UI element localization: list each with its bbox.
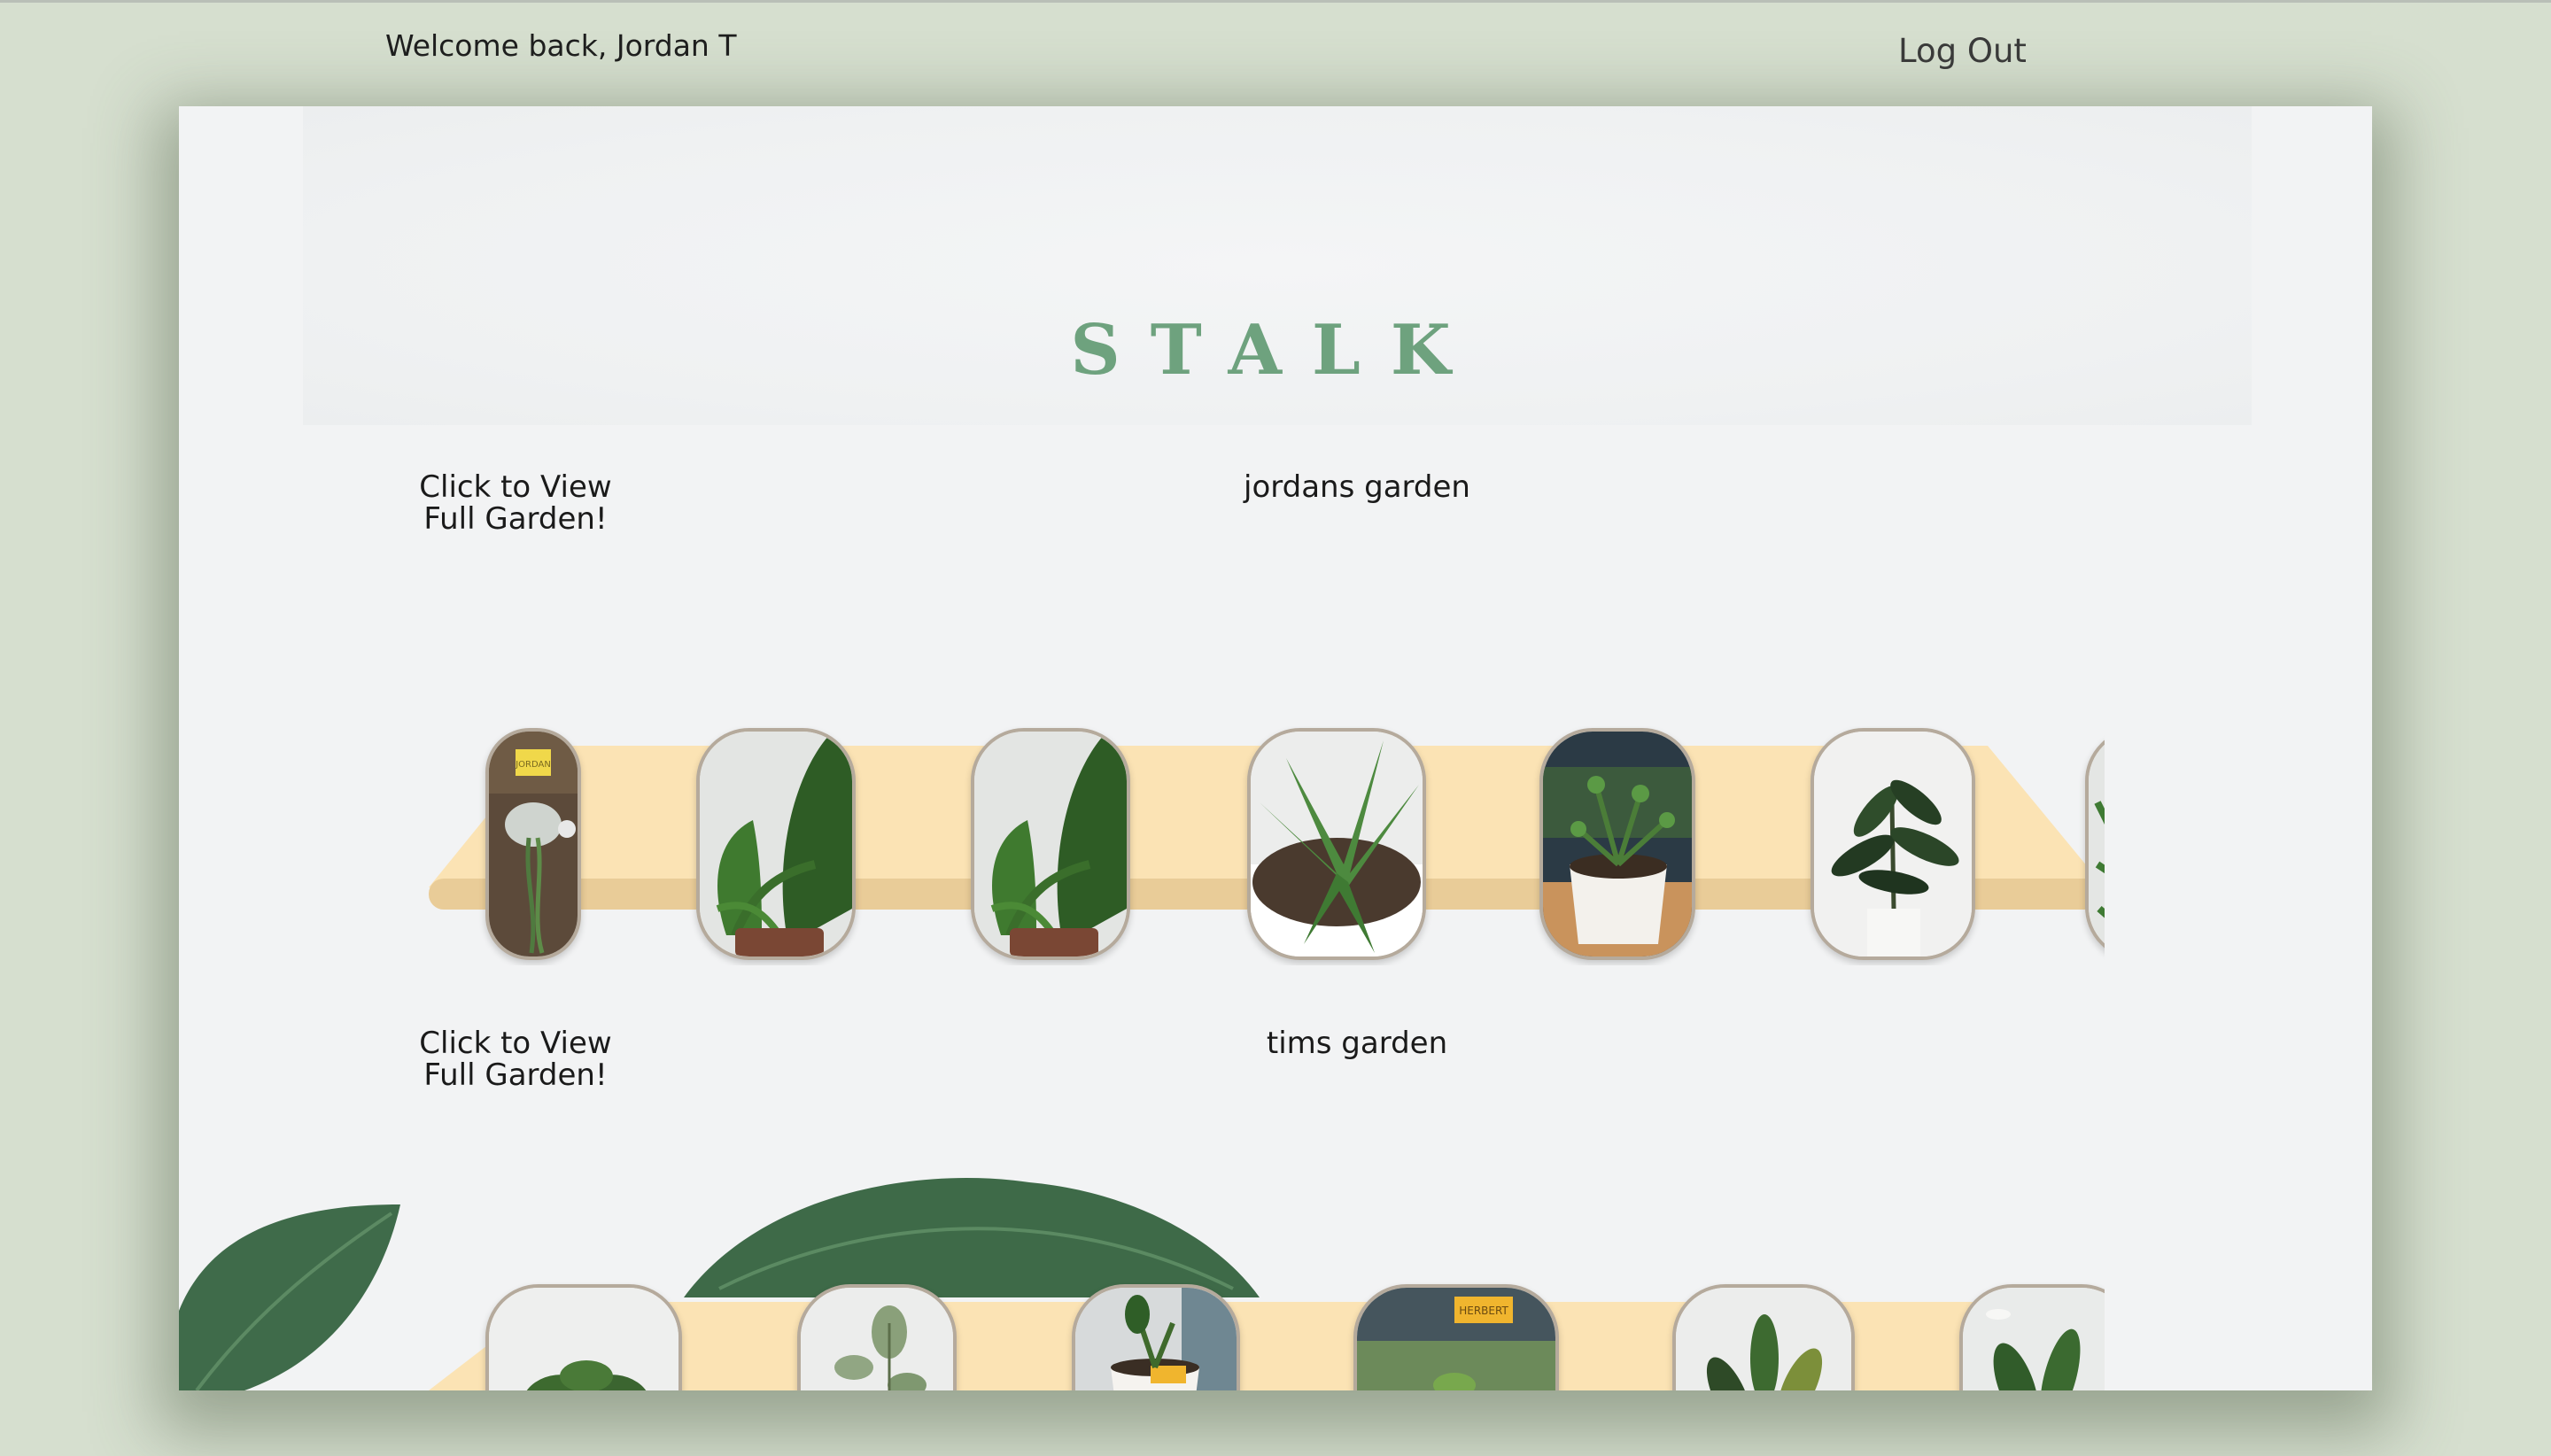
view-full-garden-link[interactable]: Click to View Full Garden! bbox=[418, 471, 613, 535]
garden-title: tims garden bbox=[1266, 1026, 1448, 1061]
plant-card[interactable]: HERBERT bbox=[1353, 1284, 1559, 1390]
plant-card[interactable] bbox=[797, 1284, 957, 1390]
plant-tag-text: HERBERT bbox=[1459, 1305, 1508, 1317]
herbert-pothos-photo: HERBERT bbox=[1357, 1288, 1555, 1390]
logout-button[interactable]: Log Out bbox=[1898, 32, 2027, 70]
plant-card[interactable] bbox=[1959, 1284, 2105, 1390]
plant-card[interactable] bbox=[485, 1284, 682, 1390]
garden-title: jordans garden bbox=[1244, 469, 1470, 505]
top-border bbox=[0, 0, 2551, 3]
plant-card[interactable] bbox=[1672, 1284, 1855, 1390]
garden-section-jordan: Click to View Full Garden! jordans garde… bbox=[179, 106, 2372, 960]
silver-pothos-photo bbox=[801, 1288, 953, 1390]
plant-card[interactable] bbox=[1072, 1284, 1240, 1390]
calathea-photo bbox=[1676, 1288, 1851, 1390]
philodendron-photo bbox=[489, 1288, 678, 1390]
welcome-message: Welcome back, Jordan T bbox=[385, 28, 737, 63]
potted-plant-stand-photo bbox=[1075, 1288, 1237, 1390]
plant-row: HERBERT bbox=[179, 1282, 2105, 1390]
garden-section-tim: Click to View Full Garden! tims garden H… bbox=[179, 662, 2372, 1390]
view-full-garden-link[interactable]: Click to View Full Garden! bbox=[418, 1027, 613, 1091]
peace-lily-photo bbox=[1963, 1288, 2105, 1390]
main-frame: STALK Click to View Full Garden! jordans… bbox=[179, 106, 2372, 1390]
